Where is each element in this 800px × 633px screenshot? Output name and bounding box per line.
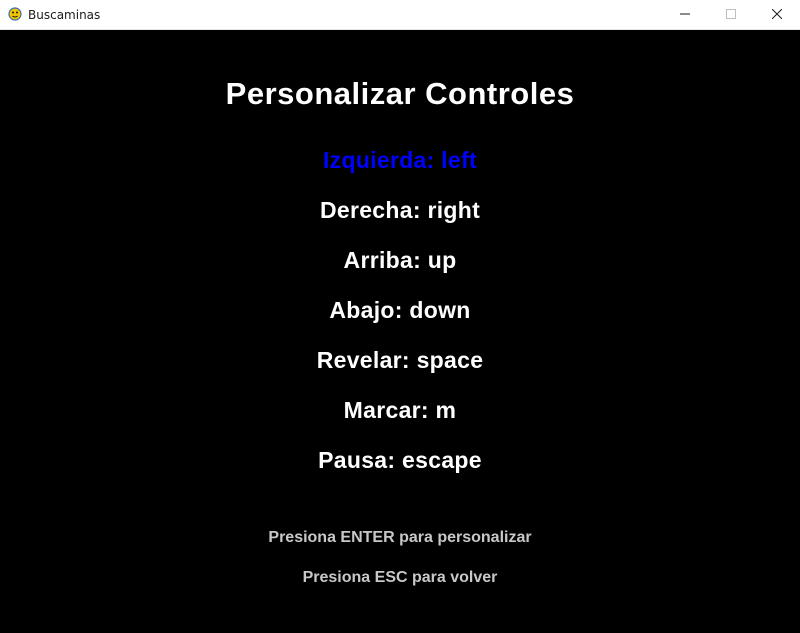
game-canvas[interactable]: Personalizar Controles Izquierda: left D… [0, 30, 800, 633]
minimize-icon [680, 6, 690, 24]
maximize-icon [726, 6, 736, 24]
control-option-pausa[interactable]: Pausa: escape [0, 446, 800, 474]
esc-hint: Presiona ESC para volver [302, 569, 498, 586]
close-icon [771, 6, 783, 24]
control-option-arriba[interactable]: Arriba: up [0, 246, 800, 274]
control-option-izquierda[interactable]: Izquierda: left [0, 146, 800, 174]
window-title: Buscaminas [28, 8, 101, 22]
page-title: Personalizar Controles [225, 76, 575, 111]
control-option-derecha[interactable]: Derecha: right [0, 196, 800, 224]
minimize-button[interactable] [662, 0, 708, 30]
control-option-marcar[interactable]: Marcar: m [0, 396, 800, 424]
close-button[interactable] [754, 0, 800, 30]
maximize-button[interactable] [708, 0, 754, 30]
control-option-revelar[interactable]: Revelar: space [0, 346, 800, 374]
app-window: Buscaminas Personalizar Controles Izquie… [0, 0, 800, 633]
control-option-abajo[interactable]: Abajo: down [0, 296, 800, 324]
title-bar[interactable]: Buscaminas [0, 0, 800, 30]
enter-hint: Presiona ENTER para personalizar [268, 529, 532, 546]
pygame-snake-icon [8, 7, 22, 21]
